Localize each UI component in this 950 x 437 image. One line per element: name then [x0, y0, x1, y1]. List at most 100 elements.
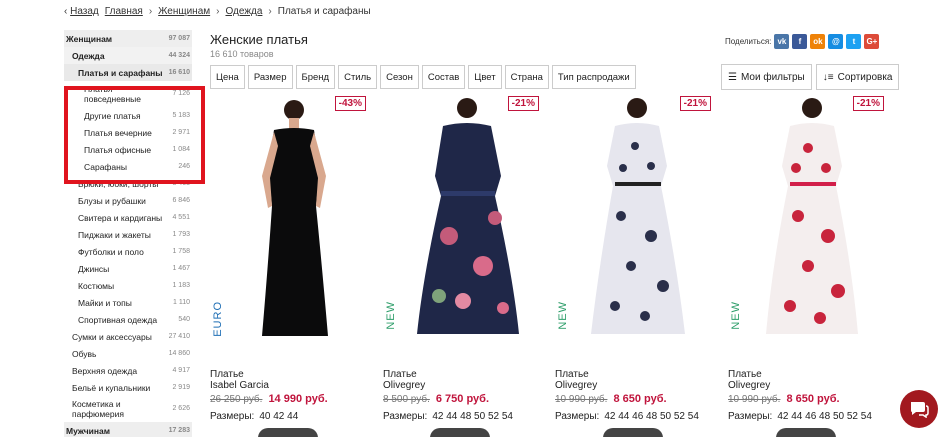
sidebar-item-label: Пиджаки и жакеты: [78, 229, 151, 240]
filter-style[interactable]: Стиль: [338, 65, 378, 89]
filter-brand[interactable]: Бренд: [295, 65, 336, 89]
google-plus-icon[interactable]: G+: [864, 34, 880, 49]
sidebar-item-label: Одежда: [72, 50, 105, 61]
sidebar-item-label: Верхняя одежда: [72, 365, 138, 376]
product-card[interactable]: -21% NEW Платье Olivegrey 10 990 руб. 8 …: [728, 96, 890, 426]
breadcrumb-home[interactable]: Главная: [105, 6, 143, 17]
old-price: 10 990 руб.: [555, 394, 608, 405]
next-row-product-image[interactable]: [430, 428, 490, 437]
sidebar-item-jackets[interactable]: Пиджаки и жакеты 1 793: [64, 226, 192, 243]
next-row-product-image[interactable]: [776, 428, 836, 437]
breadcrumb-clothing[interactable]: Одежда: [225, 6, 262, 17]
product-sizes: Размеры: 40 42 44: [210, 411, 298, 422]
sidebar-item-label: Бельё и купальники: [72, 382, 151, 393]
breadcrumb-current: Платья и сарафаны: [277, 6, 371, 17]
filter-sale-type[interactable]: Тип распродажи: [551, 65, 636, 89]
sidebar-item-jeans[interactable]: Джинсы 1 467: [64, 260, 192, 277]
filter-season[interactable]: Сезон: [380, 65, 419, 89]
sidebar-item-label: Джинсы: [78, 263, 110, 274]
old-price: 10 990 руб.: [728, 394, 781, 405]
product-image[interactable]: [728, 96, 890, 346]
my-filters-button[interactable]: ☰ Мои фильтры: [721, 64, 812, 90]
back-link[interactable]: ‹ Назад: [64, 6, 99, 17]
sidebar-item-count: 1 793: [172, 231, 190, 238]
product-image[interactable]: [555, 96, 717, 346]
product-prices: 10 990 руб. 8 650 руб.: [728, 393, 840, 405]
sidebar-item-label: Сумки и аксессуары: [72, 331, 152, 342]
product-count: 16 610 товаров: [210, 49, 274, 59]
sidebar-item-count: 27 410: [168, 333, 190, 340]
breadcrumb-women[interactable]: Женщинам: [158, 6, 210, 17]
sidebar-item-men[interactable]: Мужчинам 17 283: [64, 422, 192, 437]
product-brand[interactable]: Isabel Garcia: [210, 380, 269, 391]
sidebar-item-sportswear[interactable]: Спортивная одежда 540: [64, 311, 192, 328]
product-type: Платье: [555, 369, 589, 380]
sidebar-item-label: Женщинам: [66, 33, 113, 44]
sidebar-item-label: Мужчинам: [66, 425, 111, 436]
twitter-icon[interactable]: t: [846, 34, 862, 49]
breadcrumb: ‹ Назад Главная › Женщинам › Одежда › Пл…: [64, 6, 371, 17]
product-card[interactable]: -21% NEW Платье Olivegrey 10 990 руб. 8 …: [555, 96, 717, 426]
product-image[interactable]: [383, 96, 545, 346]
sidebar-item-blouses[interactable]: Блузы и рубашки 6 846: [64, 192, 192, 209]
sidebar-item-clothing[interactable]: Одежда 44 324: [64, 47, 192, 64]
sort-filter-buttons: ☰ Мои фильтры ↓≡ Сортировка: [721, 64, 900, 90]
sidebar-item-cosmetics[interactable]: Косметика и парфюмерия 2 626: [64, 396, 192, 422]
sidebar-item-outerwear[interactable]: Верхняя одежда 4 917: [64, 362, 192, 379]
sidebar-item-label: Платья и сарафаны: [78, 67, 163, 78]
product-card[interactable]: -43% EURO Платье Isabel Garcia 26 250 ру…: [210, 96, 372, 426]
filter-country[interactable]: Страна: [504, 65, 549, 89]
product-sizes: Размеры: 42 44 46 48 50 52 54: [555, 411, 699, 422]
share-bar: Поделиться: vk f ok @ t G+: [725, 34, 880, 49]
filter-size[interactable]: Размер: [247, 65, 293, 89]
chat-button[interactable]: [900, 390, 938, 428]
sidebar-item-count: 4 917: [172, 367, 190, 374]
sidebar-item-bags[interactable]: Сумки и аксессуары 27 410: [64, 328, 192, 345]
sale-price: 6 750 руб.: [435, 393, 490, 405]
filter-color[interactable]: Цвет: [468, 65, 502, 89]
next-row-product-image[interactable]: [603, 428, 663, 437]
product-type: Платье: [210, 369, 244, 380]
sidebar-item-lingerie[interactable]: Бельё и купальники 2 919: [64, 379, 192, 396]
moimir-icon[interactable]: @: [828, 34, 844, 49]
sidebar-item-count: 1 467: [172, 265, 190, 272]
sidebar-item-count: 14 860: [168, 350, 190, 357]
sidebar-item-label: Блузы и рубашки: [78, 195, 146, 206]
sidebar-item-tshirts[interactable]: Футболки и поло 1 758: [64, 243, 192, 260]
sidebar-item-shoes[interactable]: Обувь 14 860: [64, 345, 192, 362]
sidebar-item-count: 4 551: [172, 214, 190, 221]
euro-badge: EURO: [212, 301, 224, 337]
sort-button[interactable]: ↓≡ Сортировка: [815, 64, 900, 90]
product-type: Платье: [383, 369, 417, 380]
chevron-right-icon: ›: [216, 6, 220, 17]
sidebar-item-count: 540: [178, 316, 190, 323]
next-row-product-image[interactable]: [258, 428, 318, 437]
facebook-icon[interactable]: f: [792, 34, 808, 49]
sliders-icon: ☰: [728, 71, 737, 83]
old-price: 26 250 руб.: [210, 394, 263, 405]
sidebar-item-dresses[interactable]: Платья и сарафаны 16 610: [64, 64, 192, 81]
sidebar-item-count: 16 610: [168, 69, 190, 76]
product-brand[interactable]: Olivegrey: [383, 380, 425, 391]
sidebar-item-women[interactable]: Женщинам 97 087: [64, 30, 192, 47]
sidebar-item-label: Спортивная одежда: [78, 314, 158, 325]
sidebar-item-sweaters[interactable]: Свитера и кардиганы 4 551: [64, 209, 192, 226]
sort-icon: ↓≡: [822, 71, 834, 83]
highlight-annotation-box: [64, 86, 205, 184]
odnoklassniki-icon[interactable]: ok: [810, 34, 826, 49]
filter-price[interactable]: Цена: [210, 65, 245, 89]
vk-icon[interactable]: vk: [774, 34, 790, 49]
sidebar-item-tops[interactable]: Майки и топы 1 110: [64, 294, 192, 311]
product-card[interactable]: -21% NEW Платье Olivegrey 8 500 руб. 6 7…: [383, 96, 545, 426]
product-prices: 26 250 руб. 14 990 руб.: [210, 393, 328, 405]
product-brand[interactable]: Olivegrey: [555, 380, 597, 391]
product-image[interactable]: [210, 96, 372, 346]
product-sizes: Размеры: 42 44 46 48 50 52 54: [728, 411, 872, 422]
sort-label: Сортировка: [837, 71, 893, 83]
filter-composition[interactable]: Состав: [421, 65, 466, 89]
share-label: Поделиться:: [725, 37, 772, 46]
sidebar-item-count: 97 087: [168, 35, 190, 42]
chevron-right-icon: ›: [148, 6, 153, 17]
product-brand[interactable]: Olivegrey: [728, 380, 770, 391]
sidebar-item-suits[interactable]: Костюмы 1 183: [64, 277, 192, 294]
